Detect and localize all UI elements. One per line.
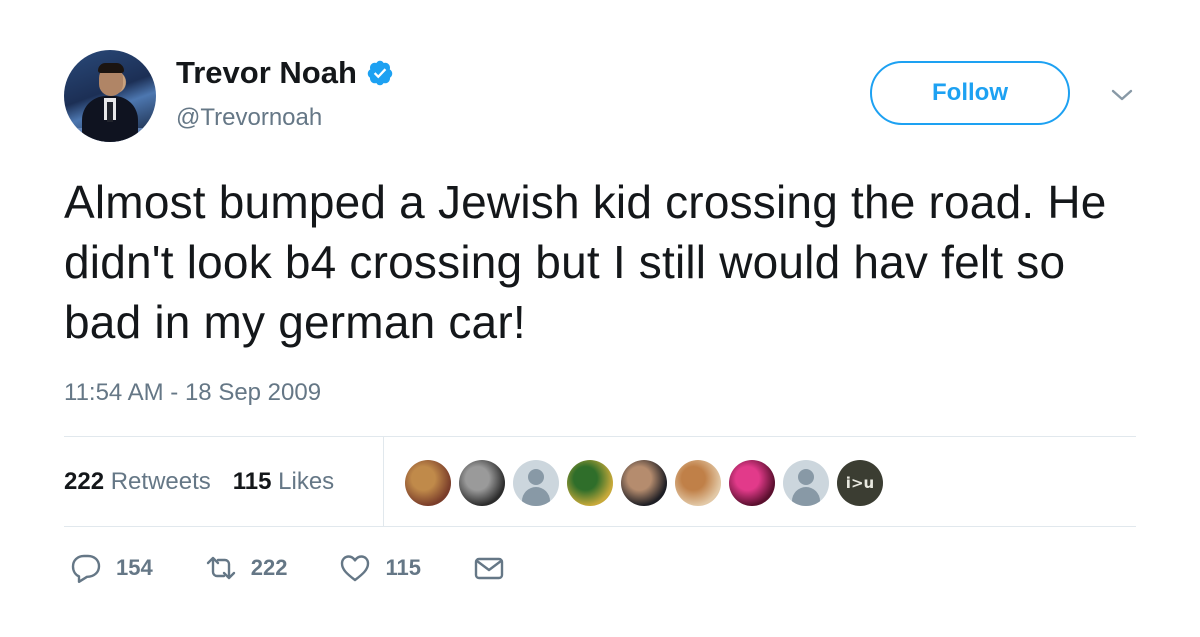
- liker-avatar[interactable]: i>u: [837, 460, 883, 506]
- default-avatar-body: [522, 487, 550, 506]
- liker-avatars: i>u: [405, 460, 883, 506]
- liker-avatar[interactable]: [405, 460, 451, 506]
- avatar-tie: [107, 102, 113, 122]
- avatar-hair: [98, 63, 124, 73]
- reply-button[interactable]: 154: [70, 552, 153, 584]
- envelope-icon: [474, 557, 504, 580]
- engagement-stats: 222 Retweets 115 Likes: [64, 468, 334, 496]
- retweet-stat-label: Retweets: [110, 468, 211, 495]
- reply-icon: [71, 554, 101, 583]
- tweet-timestamp[interactable]: 11:54 AM - 18 Sep 2009: [64, 379, 321, 407]
- retweet-count: 222: [250, 555, 288, 580]
- retweet-button[interactable]: 222: [205, 552, 288, 584]
- reply-count: 154: [116, 555, 153, 580]
- default-avatar-body: [792, 487, 820, 506]
- liker-avatar[interactable]: [513, 460, 559, 506]
- liker-avatar[interactable]: [675, 460, 721, 506]
- retweet-stat-count: 222: [64, 468, 105, 495]
- default-avatar-head: [798, 469, 814, 485]
- like-count: 115: [385, 555, 421, 580]
- like-stat-label: Likes: [278, 468, 335, 495]
- like-stat-count: 115: [232, 468, 272, 495]
- author-avatar[interactable]: [64, 50, 156, 142]
- heart-icon: [341, 555, 370, 582]
- liker-avatar[interactable]: [783, 460, 829, 506]
- follow-button[interactable]: Follow: [870, 61, 1070, 125]
- liker-avatar[interactable]: [621, 460, 667, 506]
- retweet-icon: [206, 556, 235, 580]
- retweet-stat[interactable]: 222 Retweets: [64, 468, 211, 496]
- author-name-row: Trevor Noah: [176, 55, 394, 91]
- liker-avatar[interactable]: [567, 460, 613, 506]
- divider-top: [64, 436, 1136, 437]
- direct-message-button[interactable]: [473, 552, 505, 584]
- author-handle[interactable]: @Trevornoah: [176, 104, 322, 132]
- liker-avatar[interactable]: [729, 460, 775, 506]
- like-stat[interactable]: 115 Likes: [233, 468, 334, 496]
- like-button[interactable]: 115: [339, 552, 421, 584]
- chevron-down-icon[interactable]: [1110, 86, 1134, 104]
- verified-badge-icon: [367, 60, 393, 86]
- stats-vertical-divider: [383, 437, 384, 527]
- liker-avatar[interactable]: [459, 460, 505, 506]
- tweet-actions: 154 222 115: [70, 552, 557, 584]
- tweet-text: Almost bumped a Jewish kid crossing the …: [64, 176, 1107, 348]
- author-name[interactable]: Trevor Noah: [176, 55, 357, 91]
- default-avatar-head: [528, 469, 544, 485]
- divider-bottom: [64, 526, 1136, 527]
